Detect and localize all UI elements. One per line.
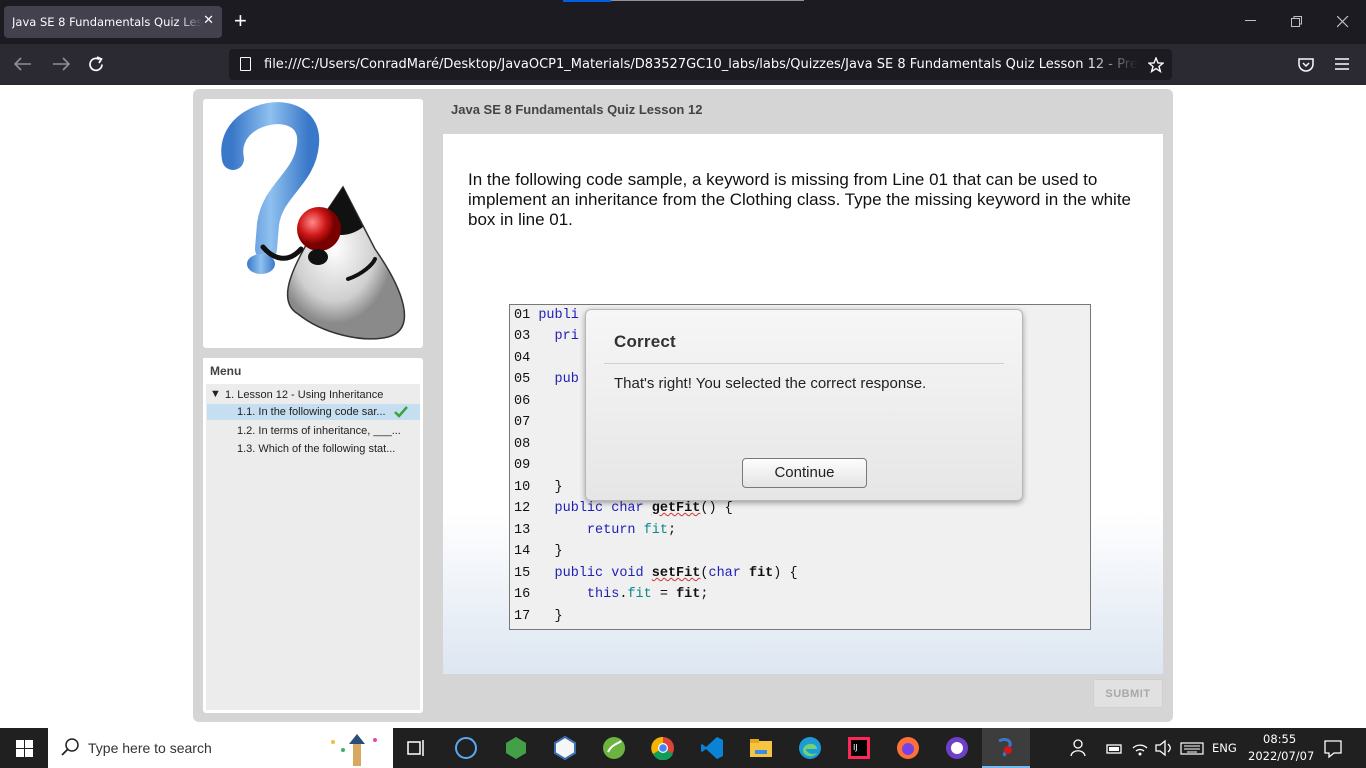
code-line-14: 14 } — [514, 544, 563, 559]
active-app-slot[interactable] — [982, 728, 1030, 768]
bookmark-star-icon[interactable] — [1148, 57, 1164, 73]
code-line-07: 07 — [514, 415, 531, 430]
question-text: In the following code sample, a keyword … — [468, 170, 1132, 229]
menu-list: ▼ 1. Lesson 12 - Using Inheritance 1.1. … — [206, 384, 420, 710]
code-line-01: 01 publi — [514, 308, 579, 323]
battery-icon[interactable] — [1106, 736, 1130, 760]
code-line-13: 13 return fit; — [514, 523, 677, 538]
continue-button[interactable]: Continue — [742, 458, 867, 488]
notifications-icon[interactable] — [1323, 736, 1347, 760]
dialog-title: Correct — [614, 332, 676, 351]
menu-tab[interactable]: Menu — [203, 358, 248, 382]
close-window-icon[interactable] — [1337, 16, 1349, 28]
tab-title: Java SE 8 Fundamentals Quiz Lesson 12 — [12, 15, 202, 29]
page-icon — [240, 57, 251, 71]
language-indicator[interactable]: ENG — [1212, 741, 1237, 755]
search-placeholder: Type here to search — [88, 740, 212, 756]
java-duke-app-icon — [998, 737, 1012, 757]
edge-icon[interactable] — [798, 736, 822, 760]
menu-item-question-3[interactable]: 1.3. Which of the following stat... — [237, 443, 395, 455]
checkmark-icon — [394, 406, 408, 418]
browser-titlebar: Java SE 8 Fundamentals Quiz Lesson 12 ✕ … — [0, 0, 1366, 44]
taskbar: Type here to search IJ ENG 08:55 2022/07… — [0, 728, 1366, 768]
volume-icon[interactable] — [1154, 736, 1178, 760]
task-view-icon[interactable] — [405, 736, 429, 760]
collapse-arrow-icon[interactable]: ▼ — [210, 388, 221, 400]
code-line-05: 05 pub — [514, 372, 579, 387]
code-line-06: 06 — [514, 394, 531, 409]
nodejs-icon[interactable] — [504, 736, 528, 760]
tab-strip-line — [611, 0, 804, 1]
new-tab-button[interactable]: + — [234, 10, 247, 32]
windows-start-icon[interactable] — [16, 740, 33, 757]
address-bar[interactable]: file:///C:/Users/ConradMaré/Desktop/Java… — [229, 49, 1172, 80]
code-line-09: 09 — [514, 458, 531, 473]
virtualbox-icon[interactable] — [553, 736, 577, 760]
reload-icon[interactable] — [88, 56, 105, 73]
search-highlight-icon — [331, 734, 377, 766]
chrome-icon[interactable] — [651, 736, 675, 760]
wifi-icon[interactable] — [1131, 736, 1155, 760]
code-line-17: 17 } — [514, 609, 563, 624]
menu-panel: Menu ▼ 1. Lesson 12 - Using Inheritance … — [203, 358, 423, 713]
github-desktop-icon[interactable] — [945, 736, 969, 760]
duke-question-mascot-icon — [221, 102, 406, 340]
back-icon[interactable] — [14, 57, 32, 71]
code-line-15: 15 public void setFit(char fit) { — [514, 566, 798, 581]
browser-navbar: file:///C:/Users/ConradMaré/Desktop/Java… — [0, 44, 1366, 85]
submit-button[interactable]: SUBMIT — [1093, 679, 1163, 708]
url-text[interactable]: file:///C:/Users/ConradMaré/Desktop/Java… — [264, 57, 1138, 72]
code-line-04: 04 — [514, 351, 531, 366]
code-line-16: 16 this.fit = fit; — [514, 587, 709, 602]
menu-item-label: 1.1. In the following code sar... — [237, 406, 386, 418]
forward-icon[interactable] — [52, 57, 70, 71]
clock-time[interactable]: 08:55 — [1263, 732, 1296, 746]
minimize-icon[interactable] — [1245, 20, 1257, 22]
menu-icon[interactable] — [1335, 58, 1349, 70]
vscode-icon[interactable] — [700, 736, 724, 760]
search-icon — [61, 738, 79, 756]
clock-date[interactable]: 2022/07/07 — [1248, 749, 1314, 763]
code-line-08: 08 — [514, 437, 531, 452]
menu-item-lesson[interactable]: 1. Lesson 12 - Using Inheritance — [225, 389, 383, 401]
menu-item-question-1[interactable]: 1.1. In the following code sar... — [207, 404, 420, 420]
cortana-icon[interactable] — [454, 736, 478, 760]
svg-text:IJ: IJ — [853, 743, 858, 752]
intellij-icon[interactable]: IJ — [847, 736, 871, 760]
code-line-10: 10 } — [514, 480, 563, 495]
loading-indicator — [563, 0, 611, 2]
quiz-title: Java SE 8 Fundamentals Quiz Lesson 12 — [451, 102, 703, 117]
menu-item-question-2[interactable]: 1.2. In terms of inheritance, ___... — [237, 425, 401, 437]
spring-tool-suite-icon[interactable] — [602, 736, 626, 760]
pocket-icon[interactable] — [1298, 57, 1314, 72]
taskbar-search[interactable]: Type here to search — [48, 728, 393, 768]
people-icon[interactable] — [1068, 736, 1092, 760]
tab-close-icon[interactable]: ✕ — [203, 13, 214, 28]
keyboard-icon[interactable] — [1180, 736, 1204, 760]
firefox-icon[interactable] — [896, 736, 920, 760]
dialog-message: That's right! You selected the correct r… — [614, 375, 927, 392]
quiz-mascot-image — [203, 99, 423, 348]
dialog-divider — [604, 363, 1004, 364]
browser-tab[interactable]: Java SE 8 Fundamentals Quiz Lesson 12 ✕ — [4, 6, 222, 38]
code-line-03: 03 pri — [514, 329, 579, 344]
file-explorer-icon[interactable] — [749, 736, 773, 760]
feedback-dialog: Correct That's right! You selected the c… — [585, 309, 1023, 501]
restore-icon[interactable] — [1291, 16, 1303, 28]
code-line-12: 12 public char getFit() { — [514, 501, 733, 516]
